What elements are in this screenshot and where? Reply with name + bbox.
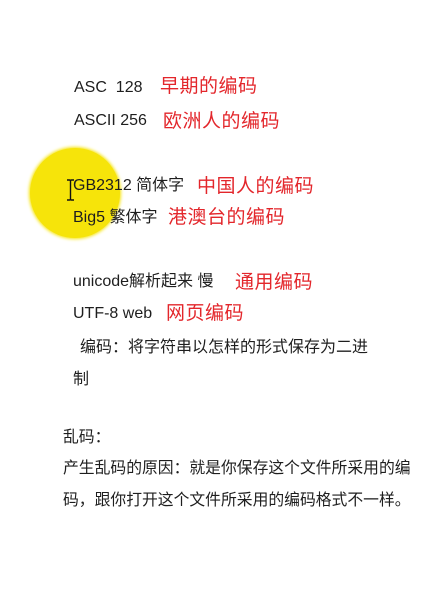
text-cursor-icon: [67, 179, 74, 201]
encoding-label: ASCII 256: [74, 112, 147, 129]
encoding-row-big5: Big5 繁体字 港澳台的编码: [0, 205, 440, 231]
encoding-note: 港澳台的编码: [168, 206, 286, 228]
encoding-label: unicode解析起来 慢: [73, 273, 214, 290]
encoding-note: 通用编码: [235, 271, 314, 293]
encoding-label: UTF-8 web: [73, 305, 153, 322]
garbled-explanation-line: 码，跟你打开这个文件所采用的编码格式不一样。: [63, 492, 411, 509]
definition-line: 制: [73, 371, 90, 388]
garbled-heading: 乱码：: [63, 429, 111, 446]
garbled-explanation-line: 产生乱码的原因：就是你保存这个文件所采用的编: [63, 460, 411, 477]
encoding-label: GB2312 简体字: [73, 177, 185, 194]
encoding-note: 早期的编码: [160, 75, 258, 97]
encoding-label: ASC 128: [74, 79, 143, 96]
encoding-note: 中国人的编码: [197, 175, 315, 197]
encoding-note: 欧洲人的编码: [163, 110, 281, 132]
encoding-label: Big5 繁体字: [73, 209, 158, 226]
definition-line: 编码：将字符串以怎样的形式保存为二进: [80, 339, 369, 356]
encoding-row-ascii: ASCII 256 欧洲人的编码: [0, 108, 440, 134]
encoding-row-utf8: UTF-8 web 网页编码: [0, 301, 440, 327]
encoding-note: 网页编码: [166, 302, 245, 324]
encoding-row-unicode: unicode解析起来 慢 通用编码: [0, 269, 440, 295]
document-page: ASC 128 早期的编码 ASCII 256 欧洲人的编码 GB2312 简体…: [0, 0, 440, 595]
encoding-row-asc: ASC 128 早期的编码: [0, 75, 440, 101]
